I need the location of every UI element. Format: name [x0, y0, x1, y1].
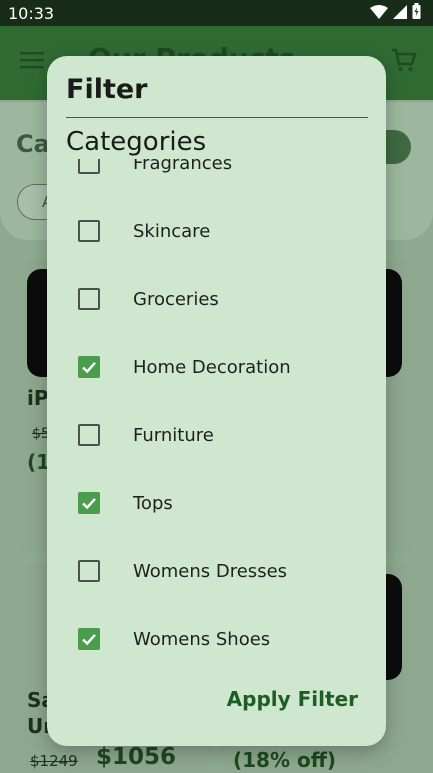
- signal-icon: [393, 4, 407, 23]
- battery-icon: [412, 3, 421, 23]
- filter-dialog: Filter Categories Fragrances Skincare Groc…: [47, 56, 386, 746]
- categories-heading: Ca: [16, 130, 50, 158]
- category-label: Tops: [133, 492, 173, 514]
- category-label: Home Decoration: [133, 356, 291, 378]
- category-item[interactable]: Home Decoration: [47, 333, 386, 401]
- check-icon: [82, 361, 96, 374]
- status-time: 10:33: [8, 3, 55, 23]
- product-old-price: $1249: [30, 752, 78, 770]
- checkbox-checked[interactable]: [78, 628, 100, 650]
- product-name: iP: [27, 386, 49, 410]
- category-label: Groceries: [133, 288, 219, 310]
- checkbox-unchecked[interactable]: [78, 560, 100, 582]
- category-label: Skincare: [133, 220, 211, 242]
- status-icons: [370, 3, 421, 23]
- dialog-title: Filter: [66, 74, 148, 105]
- dialog-divider: [66, 117, 368, 118]
- status-bar: 10:33: [0, 0, 433, 26]
- category-item[interactable]: Skincare: [47, 197, 386, 265]
- category-label: Fragrances: [133, 159, 233, 174]
- cart-icon[interactable]: [391, 47, 417, 77]
- categories-section-title: Categories: [66, 127, 207, 157]
- category-item[interactable]: Groceries: [47, 265, 386, 333]
- checkbox-unchecked[interactable]: [78, 424, 100, 446]
- category-item[interactable]: Womens Shoes: [47, 605, 386, 669]
- category-item[interactable]: Furniture: [47, 401, 386, 469]
- category-label: Womens Dresses: [133, 560, 288, 582]
- checkbox-unchecked[interactable]: [78, 159, 100, 174]
- category-label: Womens Shoes: [133, 628, 271, 650]
- check-icon: [82, 497, 96, 510]
- checkbox-checked[interactable]: [78, 492, 100, 514]
- checkbox-unchecked[interactable]: [78, 220, 100, 242]
- wifi-icon: [370, 4, 388, 23]
- category-label: Furniture: [133, 424, 214, 446]
- category-list[interactable]: Fragrances Skincare Groceries Home Decorati…: [47, 159, 386, 669]
- check-icon: [82, 633, 96, 646]
- product-price: $1056: [96, 744, 177, 770]
- apply-filter-button[interactable]: Apply Filter: [227, 687, 358, 711]
- menu-icon[interactable]: [20, 51, 44, 73]
- product-discount: (18% off): [233, 748, 337, 772]
- category-item[interactable]: Womens Dresses: [47, 537, 386, 605]
- checkbox-unchecked[interactable]: [78, 288, 100, 310]
- checkbox-checked[interactable]: [78, 356, 100, 378]
- category-item[interactable]: Tops: [47, 469, 386, 537]
- category-item[interactable]: Fragrances: [47, 159, 386, 197]
